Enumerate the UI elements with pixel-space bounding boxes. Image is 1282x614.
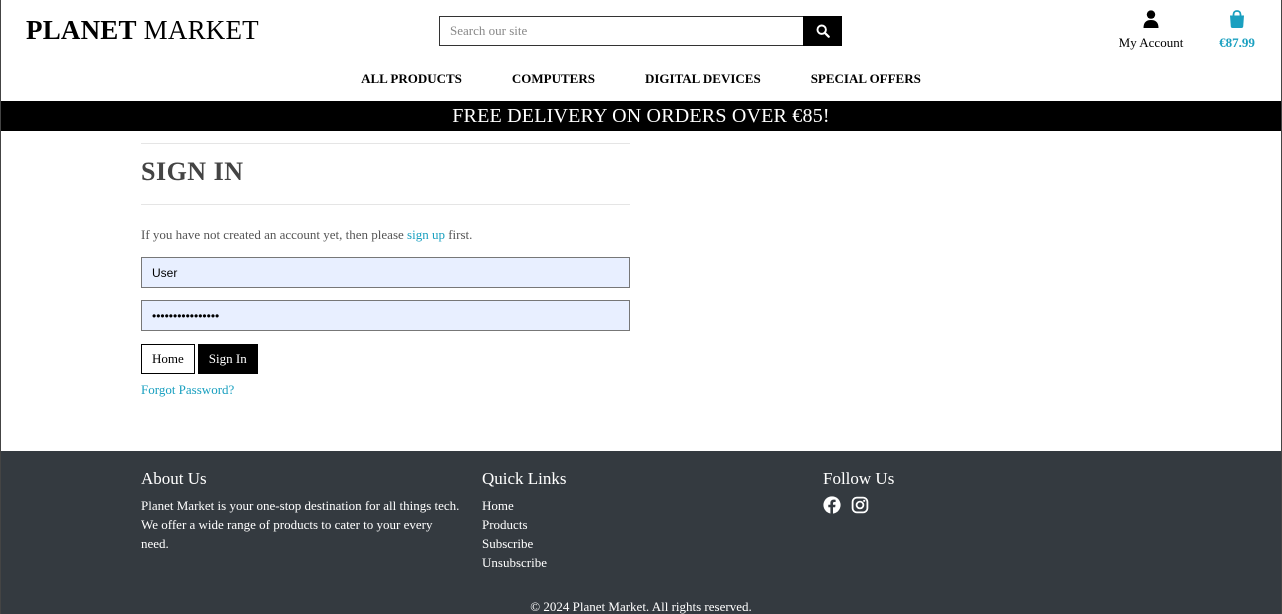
list-item: Home [482,496,567,515]
logo-thin-text: MARKET [143,15,259,45]
site-header: PLANET MARKET My Account €87.99 ALL PROD… [0,0,1282,101]
main-nav: ALL PRODUCTS COMPUTERS DIGITAL DEVICES S… [0,70,1282,90]
page-title: SIGN IN [141,157,244,186]
list-item: Products [482,515,567,534]
signup-prompt-before: If you have not created an account yet, … [141,227,408,242]
shopping-bag-link[interactable]: €87.99 [1212,10,1262,51]
list-item: Unsubscribe [482,553,567,572]
copyright-text: © 2024 Planet Market. All rights reserve… [530,599,752,614]
footer-links-list: Home Products Subscribe Unsubscribe [482,496,567,572]
my-account-link[interactable]: My Account [1114,10,1188,51]
signin-section: SIGN IN If you have not created an accou… [141,143,630,399]
footer-about-text: Planet Market is your one-stop destinati… [141,498,460,551]
delivery-banner: FREE DELIVERY ON ORDERS OVER €85! [0,101,1282,131]
signup-prompt-after: first. [444,227,473,242]
footer-follow-title: Follow Us [823,469,895,488]
footer-about-title: About Us [141,469,207,488]
footer-link-products[interactable]: Products [482,517,528,532]
facebook-icon [823,496,841,514]
shopping-bag-icon [1230,10,1244,28]
password-field[interactable] [141,300,630,331]
nav-all-products[interactable]: ALL PRODUCTS [336,70,487,90]
forgot-password-link[interactable]: Forgot Password? [141,382,234,398]
footer-link-home[interactable]: Home [482,498,514,513]
facebook-link[interactable] [823,496,841,519]
site-footer: About Us Planet Market is your one-stop … [0,451,1282,614]
form-actions: Home Sign In [141,344,630,374]
site-logo[interactable]: PLANET MARKET [26,14,259,46]
footer-about: About Us Planet Market is your one-stop … [141,469,461,553]
search-form [439,16,842,46]
username-field[interactable] [141,257,630,288]
user-icon [1143,10,1159,28]
title-divider [141,204,630,205]
instagram-icon [851,496,869,514]
footer-follow: Follow Us [823,469,894,519]
nav-computers[interactable]: COMPUTERS [487,70,620,90]
footer-link-unsubscribe[interactable]: Unsubscribe [482,555,547,570]
top-divider [141,143,630,144]
footer-quick-links: Quick Links Home Products Subscribe Unsu… [482,469,567,572]
search-button[interactable] [803,16,842,46]
footer-quick-links-title: Quick Links [482,469,567,488]
search-icon [816,24,830,38]
footer-link-subscribe[interactable]: Subscribe [482,536,533,551]
my-account-label: My Account [1118,35,1184,50]
list-item: Subscribe [482,534,567,553]
search-input[interactable] [439,16,804,46]
signup-link[interactable]: sign up [407,227,445,242]
nav-digital-devices[interactable]: DIGITAL DEVICES [620,70,786,90]
signup-prompt: If you have not created an account yet, … [141,227,630,243]
home-button[interactable]: Home [141,344,195,374]
nav-special-offers[interactable]: SPECIAL OFFERS [786,70,946,90]
bag-total: €87.99 [1219,35,1255,50]
social-links [823,496,894,519]
logo-bold-text: PLANET [26,15,137,45]
sign-in-button[interactable]: Sign In [197,344,258,374]
instagram-link[interactable] [851,496,869,519]
